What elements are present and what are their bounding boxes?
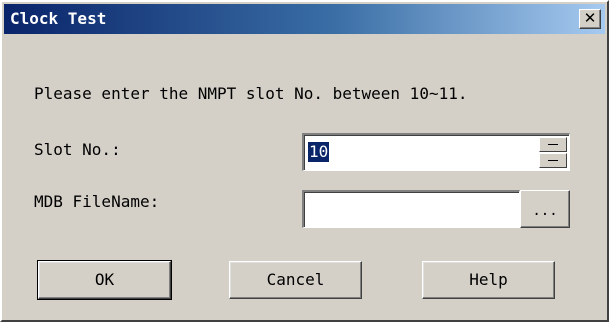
slot-number-spinner[interactable] xyxy=(539,137,567,168)
spin-down-button[interactable] xyxy=(539,153,567,168)
slot-number-input[interactable]: 10 xyxy=(302,133,570,171)
instruction-text: Please enter the NMPT slot No. between 1… xyxy=(34,84,468,103)
help-button[interactable]: Help xyxy=(422,261,555,299)
slot-number-label: Slot No.: xyxy=(34,140,121,159)
close-button[interactable]: ✕ xyxy=(579,9,601,29)
cancel-button[interactable]: Cancel xyxy=(229,261,362,299)
ok-button[interactable]: OK xyxy=(37,260,172,300)
close-icon: ✕ xyxy=(583,9,597,27)
browse-button[interactable]: ... xyxy=(520,190,570,228)
clock-test-dialog: Clock Test ✕ Please enter the NMPT slot … xyxy=(0,0,609,322)
title-bar[interactable]: Clock Test ✕ xyxy=(4,4,605,34)
slot-number-value[interactable]: 10 xyxy=(308,142,330,162)
chevron-up-icon xyxy=(548,144,558,145)
mdb-filename-label: MDB FileName: xyxy=(34,192,160,211)
window-title: Clock Test xyxy=(10,9,107,28)
spin-up-button[interactable] xyxy=(539,137,567,152)
chevron-down-icon xyxy=(548,160,558,161)
mdb-filename-input[interactable] xyxy=(302,190,520,228)
